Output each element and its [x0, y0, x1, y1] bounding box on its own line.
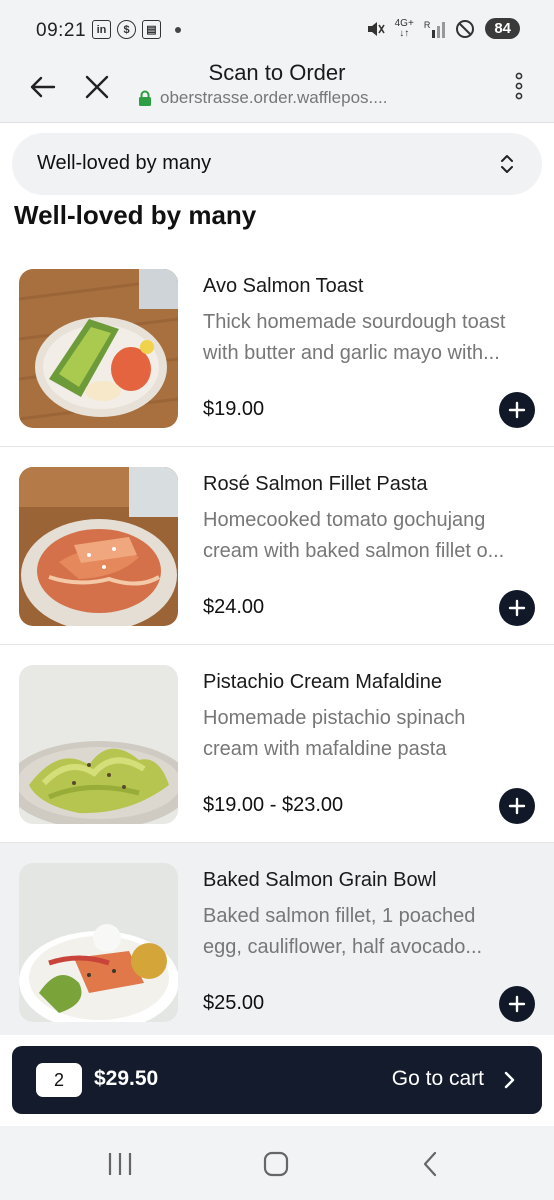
item-description-line: with butter and garlic mayo with...: [203, 342, 500, 364]
app-notification-icon: $: [117, 20, 136, 39]
food-photo: [19, 269, 178, 428]
item-name: Rosé Salmon Fillet Pasta: [203, 473, 428, 495]
url-bar[interactable]: oberstrasse.order.wafflepos....: [138, 88, 387, 108]
system-icons: 4G+ ↓↑ R 84: [365, 18, 520, 39]
section-heading: Well-loved by many: [14, 200, 257, 230]
food-photo: [19, 467, 178, 626]
food-photo: [19, 863, 178, 1022]
signal-label: R: [423, 19, 431, 30]
network-type-label: 4G+: [394, 17, 414, 29]
item-price: $24.00: [203, 596, 265, 618]
go-to-cart-bar[interactable]: 2 $29.50 Go to cart: [12, 1046, 542, 1114]
network-type-icon: 4G+ ↓↑: [394, 17, 414, 39]
browser-header: Scan to Order oberstrasse.order.wafflepo…: [0, 58, 554, 123]
item-description: Homecooked tomato gochujang cream with b…: [203, 505, 533, 567]
linkedin-icon: in: [92, 20, 111, 39]
chevron-up-down-icon: [501, 155, 513, 173]
status-time: 09:21: [36, 20, 87, 41]
status-bar: 09:21 in $ ▤ 4G+ ↓↑ R 84: [0, 0, 554, 58]
menu-item[interactable]: Rosé Salmon Fillet Pasta Homecooked toma…: [0, 447, 554, 645]
item-price: $19.00: [203, 398, 265, 420]
item-name: Baked Salmon Grain Bowl: [203, 869, 437, 891]
more-options-button[interactable]: [504, 68, 534, 104]
chevron-right-icon: [504, 1071, 515, 1089]
item-description-line: Baked salmon fillet, 1 poached: [203, 905, 476, 927]
add-to-cart-button[interactable]: [499, 392, 535, 428]
add-to-cart-button[interactable]: [499, 788, 535, 824]
lock-icon: [139, 90, 151, 106]
menu-item[interactable]: Baked Salmon Grain Bowl Baked salmon fil…: [0, 843, 554, 1035]
calendar-icon: ▤: [142, 20, 161, 39]
battery-indicator: 84: [485, 18, 520, 39]
category-select-value: Well-loved by many: [37, 152, 212, 174]
menu-item[interactable]: Pistachio Cream Mafaldine Homemade pista…: [0, 645, 554, 843]
item-name: Pistachio Cream Mafaldine: [203, 671, 442, 693]
plus-icon: [508, 995, 526, 1013]
back-chevron-icon: [423, 1151, 437, 1177]
food-photo: [19, 665, 178, 824]
category-select[interactable]: Well-loved by many: [12, 133, 542, 195]
notification-icons: in $ ▤: [92, 20, 181, 39]
menu-item[interactable]: Avo Salmon Toast Thick homemade sourdoug…: [0, 249, 554, 447]
item-description-line: Thick homemade sourdough toast: [203, 311, 506, 333]
page-title: Scan to Order: [208, 60, 346, 85]
add-to-cart-button[interactable]: [499, 590, 535, 626]
url-text: oberstrasse.order.wafflepos....: [160, 88, 388, 107]
item-price: $25.00: [203, 992, 265, 1014]
item-price: $19.00 - $23.00: [203, 794, 344, 816]
more-vertical-icon: [515, 72, 523, 100]
item-description-line: egg, cauliflower, half avocado...: [203, 936, 483, 958]
home-icon: [263, 1151, 289, 1177]
item-description: Baked salmon fillet, 1 poached egg, caul…: [203, 901, 533, 963]
more-notifications-icon: [175, 26, 181, 33]
plus-icon: [508, 797, 526, 815]
item-description: Thick homemade sourdough toast with butt…: [203, 307, 533, 369]
item-description: Homemade pistachio spinach cream with ma…: [203, 703, 533, 765]
system-nav-bar: [0, 1126, 554, 1200]
item-name: Avo Salmon Toast: [203, 275, 364, 297]
item-description-line: cream with mafaldine pasta: [203, 738, 447, 760]
add-to-cart-button[interactable]: [499, 986, 535, 1022]
signal-icon: R: [424, 20, 446, 38]
home-button[interactable]: [256, 1144, 296, 1184]
recent-apps-icon: [108, 1153, 132, 1175]
do-not-disturb-icon: [455, 19, 475, 39]
recent-apps-button[interactable]: [100, 1144, 140, 1184]
plus-icon: [508, 599, 526, 617]
item-description-line: cream with baked salmon fillet o...: [203, 540, 505, 562]
mute-icon: [365, 19, 385, 39]
go-to-cart-label: Go to cart: [391, 1067, 484, 1090]
cart-total: $29.50: [94, 1067, 159, 1090]
cart-count-badge: 2: [36, 1063, 82, 1097]
item-description-line: Homecooked tomato gochujang: [203, 509, 486, 531]
item-description-line: Homemade pistachio spinach: [203, 707, 466, 729]
system-back-button[interactable]: [411, 1144, 451, 1184]
plus-icon: [508, 401, 526, 419]
